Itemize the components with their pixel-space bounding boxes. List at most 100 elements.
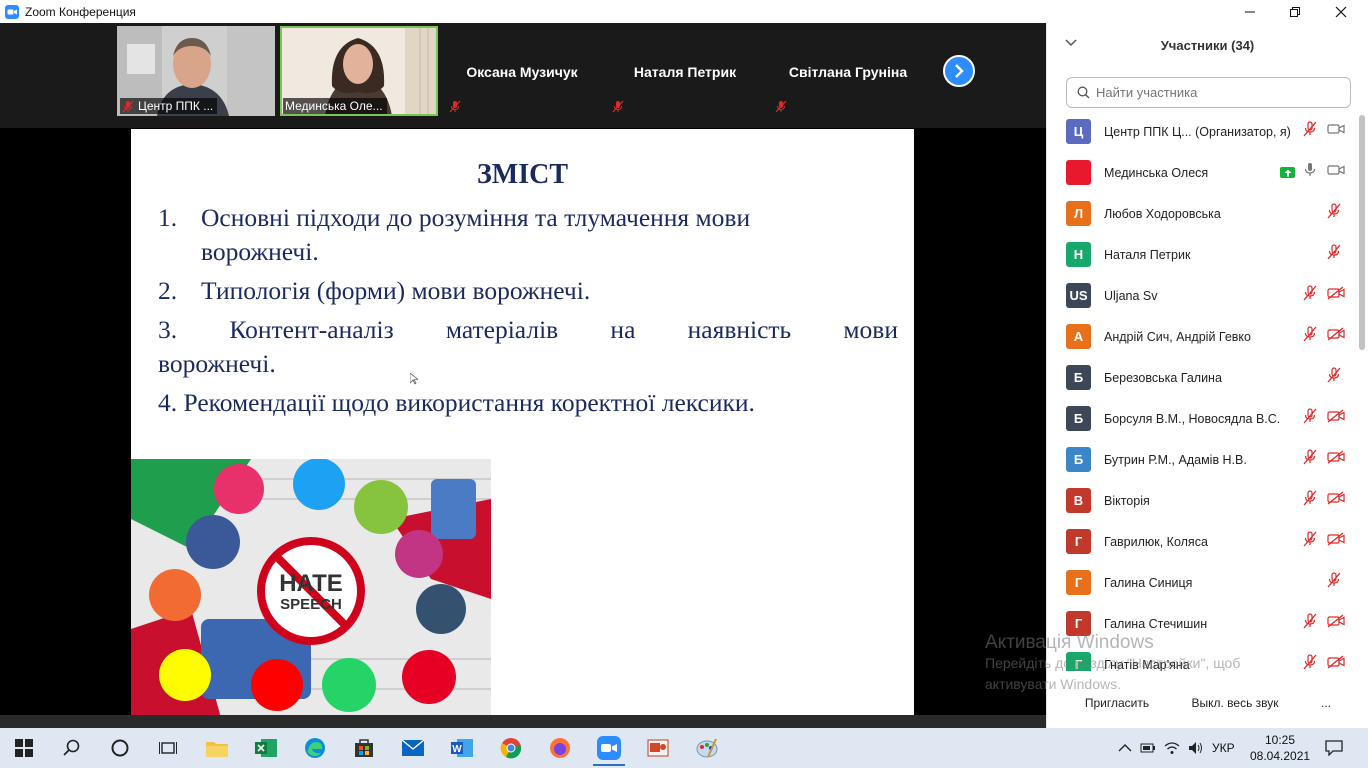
minimize-button[interactable] [1227, 0, 1273, 23]
video-status[interactable] [1327, 327, 1345, 346]
mic-status[interactable] [1303, 449, 1317, 470]
mic-muted-icon[interactable] [1303, 654, 1317, 670]
camera-off-icon[interactable] [1327, 655, 1345, 669]
wifi-icon[interactable] [1164, 741, 1180, 755]
mic-status[interactable] [1303, 613, 1317, 634]
video-tile-speaker[interactable]: Мединська Оле... [280, 26, 438, 116]
mic-status[interactable] [1303, 408, 1317, 429]
camera-off-icon[interactable] [1327, 327, 1345, 341]
battery-icon[interactable] [1140, 742, 1156, 754]
participant-row[interactable]: Б Борсуля В.М., Новосядла В.С. [1047, 398, 1357, 439]
edge-button[interactable] [295, 732, 335, 764]
participant-row[interactable]: В Вікторія [1047, 480, 1357, 521]
participant-row[interactable]: Н Наталя Петрик [1047, 234, 1357, 275]
mic-muted-icon[interactable] [1303, 531, 1317, 547]
search-icon [1077, 86, 1090, 99]
participant-row[interactable]: А Андрій Сич, Андрій Гевко [1047, 316, 1357, 357]
restore-button[interactable] [1272, 0, 1318, 23]
cortana-button[interactable] [100, 732, 140, 764]
excel-button[interactable] [246, 732, 286, 764]
participant-row[interactable]: Ц Центр ППК Ц... (Организатор, я) [1047, 111, 1357, 152]
mic-status[interactable] [1303, 326, 1317, 347]
camera-icon[interactable] [1327, 163, 1345, 177]
participant-row[interactable]: Б Березовська Галина [1047, 357, 1357, 398]
clock[interactable]: 10:25 08.04.2021 [1250, 732, 1310, 764]
participant-row[interactable]: Г Галина Синиця [1047, 562, 1357, 603]
mic-status[interactable] [1303, 121, 1317, 142]
camera-off-icon[interactable] [1327, 409, 1345, 423]
name-tile-svitlana[interactable]: Світлана Груніна [769, 26, 927, 116]
chrome-button[interactable] [491, 732, 531, 764]
video-status[interactable] [1327, 655, 1345, 671]
video-status[interactable] [1327, 286, 1345, 305]
video-status[interactable] [1327, 450, 1345, 469]
video-status[interactable] [1327, 491, 1345, 510]
search-taskbar-button[interactable] [52, 732, 92, 764]
firefox-button[interactable] [540, 732, 580, 764]
mic-status[interactable] [1303, 285, 1317, 306]
task-view-button[interactable] [148, 732, 188, 764]
participant-row[interactable]: Г Гаврилюк, Коляса [1047, 521, 1357, 562]
mic-muted-icon[interactable] [1303, 613, 1317, 629]
camera-off-icon[interactable] [1327, 286, 1345, 300]
participant-search[interactable] [1066, 77, 1351, 108]
mic-muted-icon[interactable] [1327, 203, 1341, 219]
zoom-taskbar-button[interactable] [589, 732, 629, 766]
mic-muted-icon[interactable] [1327, 244, 1341, 260]
mic-muted-icon[interactable] [1303, 490, 1317, 506]
mic-muted-icon[interactable] [1327, 367, 1341, 383]
file-explorer-button[interactable] [197, 732, 237, 764]
mic-muted-icon[interactable] [1303, 326, 1317, 342]
mic-icon[interactable] [1303, 162, 1317, 178]
mic-status[interactable] [1327, 572, 1341, 593]
participant-row[interactable]: Б Бутрин Р.М., Адамів Н.В. [1047, 439, 1357, 480]
participant-row[interactable]: US Uljana Sv [1047, 275, 1357, 316]
participant-row[interactable]: Мединська Олеся [1047, 152, 1357, 193]
video-status[interactable] [1327, 122, 1345, 141]
mic-status[interactable] [1303, 490, 1317, 511]
video-status[interactable] [1327, 614, 1345, 633]
chevron-down-icon[interactable] [1065, 39, 1077, 47]
volume-icon[interactable] [1188, 741, 1204, 755]
video-status[interactable] [1327, 532, 1345, 551]
next-page-button[interactable] [943, 55, 975, 87]
video-tile-host[interactable]: Центр ППК ... [117, 26, 275, 116]
start-button[interactable] [4, 732, 44, 764]
mic-status[interactable] [1327, 244, 1341, 265]
mic-status[interactable] [1303, 654, 1317, 671]
chevron-up-icon[interactable] [1118, 743, 1132, 753]
mic-muted-icon[interactable] [1327, 572, 1341, 588]
search-input[interactable] [1096, 85, 1336, 100]
camera-off-icon[interactable] [1327, 532, 1345, 546]
mute-all-button[interactable]: Выкл. весь звук [1185, 692, 1285, 714]
powerpoint-button[interactable] [638, 732, 678, 764]
mic-status[interactable] [1303, 531, 1317, 552]
participant-row[interactable]: Л Любов Ходоровська [1047, 193, 1357, 234]
mic-muted-icon[interactable] [1303, 449, 1317, 465]
camera-off-icon[interactable] [1327, 450, 1345, 464]
mic-muted-icon[interactable] [1303, 285, 1317, 301]
word-button[interactable]: W [442, 732, 482, 764]
language-indicator[interactable]: УКР [1212, 741, 1235, 755]
name-tile-natalia[interactable]: Наталя Петрик [606, 26, 764, 116]
name-tile-oksana[interactable]: Оксана Музичук [443, 26, 601, 116]
notifications-button[interactable] [1314, 732, 1354, 764]
camera-off-icon[interactable] [1327, 491, 1345, 505]
mic-status[interactable] [1327, 367, 1341, 388]
mic-status[interactable] [1327, 203, 1341, 224]
mail-button[interactable] [393, 732, 433, 764]
video-status[interactable] [1327, 409, 1345, 428]
mic-muted-icon[interactable] [1303, 408, 1317, 424]
paint-button[interactable] [687, 732, 727, 764]
store-button[interactable] [344, 732, 384, 764]
video-status[interactable] [1327, 163, 1345, 182]
more-button[interactable]: ... [1313, 692, 1339, 714]
mic-muted-icon[interactable] [1303, 121, 1317, 137]
camera-icon[interactable] [1327, 122, 1345, 136]
invite-button[interactable]: Пригласить [1077, 692, 1157, 714]
restore-icon [1290, 6, 1300, 17]
close-button[interactable] [1318, 0, 1364, 23]
camera-off-icon[interactable] [1327, 614, 1345, 628]
participant-list-scrollbar[interactable] [1359, 115, 1365, 350]
mic-status[interactable] [1303, 162, 1317, 183]
